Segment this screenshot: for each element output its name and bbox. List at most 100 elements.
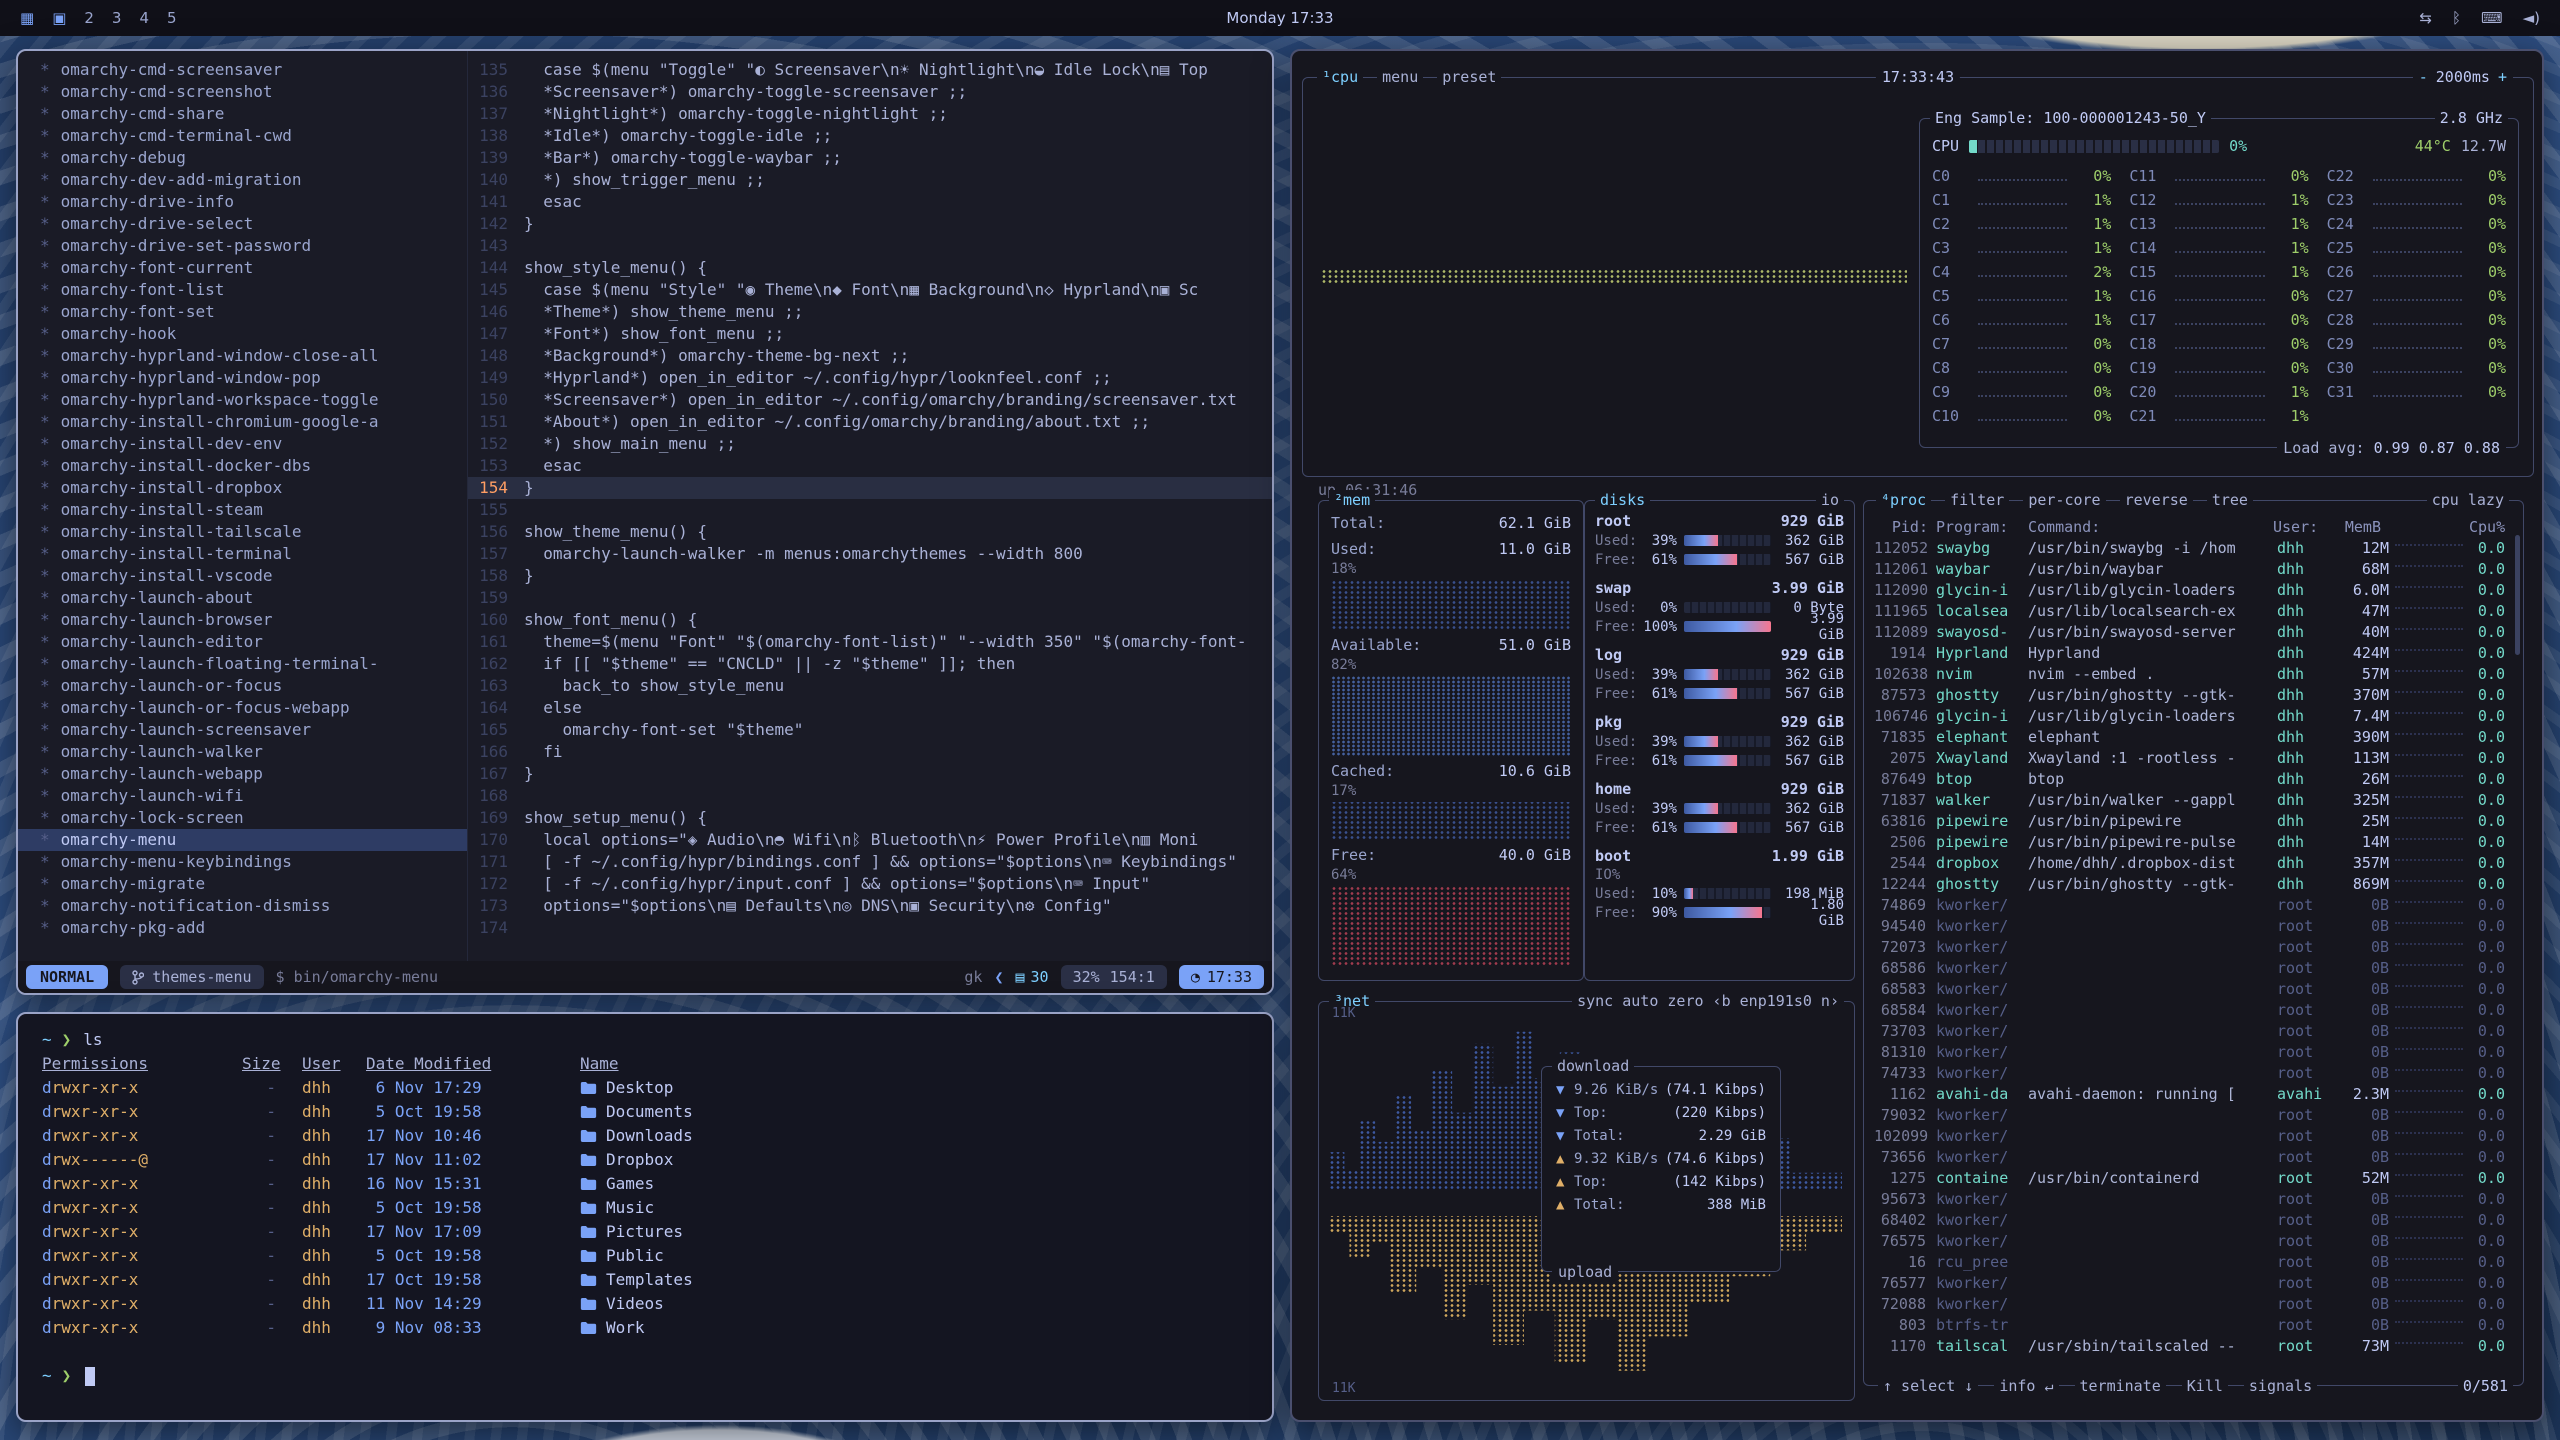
file-list-item[interactable]: * omarchy-hook [18,323,467,345]
file-list-item[interactable]: * omarchy-font-list [18,279,467,301]
tab-per-core[interactable]: per-core [2023,490,2105,510]
file-list-item[interactable]: * omarchy-install-docker-dbs [18,455,467,477]
process-row[interactable]: 76575 kworker/ root 0B 0.0 [1874,1231,2513,1252]
process-row[interactable]: 1170 tailscal /usr/sbin/tailscaled -- ro… [1874,1336,2513,1357]
code-line[interactable]: 172 [ -f ~/.config/hypr/input.conf ] && … [468,873,1272,895]
file-list-item[interactable]: * omarchy-install-vscode [18,565,467,587]
bluetooth-icon[interactable]: ᛒ [2452,9,2461,27]
workspace-4[interactable]: 4 [139,9,149,27]
proc-sort-mode[interactable]: cpu lazy [2427,490,2509,510]
code-line[interactable]: 146 *Theme*) show_theme_menu ;; [468,301,1272,323]
code-line[interactable]: 137 *Nightlight*) omarchy-toggle-nightli… [468,103,1272,125]
tab-proc[interactable]: ⁴proc [1876,490,1931,510]
file-list-item[interactable]: * omarchy-drive-set-password [18,235,467,257]
process-row[interactable]: 79032 kworker/ root 0B 0.0 [1874,1105,2513,1126]
file-list-item[interactable]: * omarchy-launch-screensaver [18,719,467,741]
process-row[interactable]: 112061 waybar /usr/bin/waybar dhh 68M 0.… [1874,559,2513,580]
code-pane[interactable]: 135 case $(menu "Toggle" "◐ Screensaver\… [468,51,1272,961]
process-row[interactable]: 111965 localsea /usr/lib/localsearch-ex … [1874,601,2513,622]
process-row[interactable]: 106746 glycin-i /usr/lib/glycin-loaders … [1874,706,2513,727]
code-line[interactable]: 136 *Screensaver*) omarchy-toggle-screen… [468,81,1272,103]
process-row[interactable]: 102099 kworker/ root 0B 0.0 [1874,1126,2513,1147]
code-line[interactable]: 145 case $(menu "Style" "◉ Theme\n◆ Font… [468,279,1272,301]
process-row[interactable]: 81310 kworker/ root 0B 0.0 [1874,1042,2513,1063]
file-list-item[interactable]: * omarchy-migrate [18,873,467,895]
select-button[interactable]: ↑ select ↓ [1878,1376,1978,1396]
code-line[interactable]: 144 show_style_menu() { [468,257,1272,279]
file-list-item[interactable]: * omarchy-cmd-share [18,103,467,125]
omarchy-logo-icon[interactable]: ▦ [20,9,34,27]
code-line[interactable]: 135 case $(menu "Toggle" "◐ Screensaver\… [468,59,1272,81]
proc-scrollbar[interactable] [2515,535,2520,655]
process-row[interactable]: 68402 kworker/ root 0B 0.0 [1874,1210,2513,1231]
process-row[interactable]: 1162 avahi-da avahi-daemon: running [ av… [1874,1084,2513,1105]
file-list-item[interactable]: * omarchy-menu-keybindings [18,851,467,873]
file-list-item[interactable]: * omarchy-install-dropbox [18,477,467,499]
code-line[interactable]: 165 omarchy-font-set "$theme" [468,719,1272,741]
code-line[interactable]: 161 theme=$(menu "Font" "$(omarchy-font-… [468,631,1272,653]
code-line[interactable]: 173 options="$options\n▤ Defaults\n◎ DNS… [468,895,1272,917]
file-list-item[interactable]: * omarchy-launch-editor [18,631,467,653]
code-line[interactable]: 174 [468,917,1272,939]
file-list-item[interactable]: * omarchy-cmd-terminal-cwd [18,125,467,147]
file-list-item[interactable]: * omarchy-cmd-screenshot [18,81,467,103]
process-row[interactable]: 112052 swaybg /usr/bin/swaybg -i /hom dh… [1874,538,2513,559]
process-row[interactable]: 12244 ghostty /usr/bin/ghostty --gtk- dh… [1874,874,2513,895]
process-row[interactable]: 94540 kworker/ root 0B 0.0 [1874,916,2513,937]
code-line[interactable]: 140 *) show_trigger_menu ;; [468,169,1272,191]
tab-filter[interactable]: filter [1945,490,2009,510]
file-list-item[interactable]: * omarchy-launch-or-focus-webapp [18,697,467,719]
code-line[interactable]: 168 [468,785,1272,807]
tab-cpu[interactable]: ¹cpu [1317,67,1363,87]
header-cpu[interactable]: Cpu% [2469,517,2513,538]
file-list-item[interactable]: * omarchy-hyprland-window-close-all [18,345,467,367]
code-line[interactable]: 154 } [468,477,1272,499]
interval-minus-button[interactable]: - [2419,67,2428,87]
mem-box-title[interactable]: ²mem [1329,490,1375,510]
process-row[interactable]: 72073 kworker/ root 0B 0.0 [1874,937,2513,958]
file-list-item[interactable]: * omarchy-launch-floating-terminal- [18,653,467,675]
file-list-item[interactable]: * omarchy-font-current [18,257,467,279]
kill-button[interactable]: Kill [2182,1376,2228,1396]
net-box-tabs[interactable]: sync auto zero ‹b enp191s0 n› [1572,991,1844,1011]
file-list-item[interactable]: * omarchy-hyprland-workspace-toggle [18,389,467,411]
code-line[interactable]: 149 *Hyprland*) open_in_editor ~/.config… [468,367,1272,389]
file-list-item[interactable]: * omarchy-debug [18,147,467,169]
process-row[interactable]: 87573 ghostty /usr/bin/ghostty --gtk- dh… [1874,685,2513,706]
code-line[interactable]: 166 fi [468,741,1272,763]
tab-menu[interactable]: menu [1377,67,1423,87]
workspace-5[interactable]: 5 [167,9,177,27]
code-line[interactable]: 170 local options="◈ Audio\n◓ Wifi\nᛒ Bl… [468,829,1272,851]
code-line[interactable]: 167 } [468,763,1272,785]
file-list-item[interactable]: * omarchy-hyprland-window-pop [18,367,467,389]
code-line[interactable]: 142 } [468,213,1272,235]
process-row[interactable]: 71835 elephant elephant dhh 390M 0.0 [1874,727,2513,748]
process-row[interactable]: 2506 pipewire /usr/bin/pipewire-pulse dh… [1874,832,2513,853]
signals-button[interactable]: signals [2244,1376,2317,1396]
file-list-item[interactable]: * omarchy-install-steam [18,499,467,521]
process-row[interactable]: 74869 kworker/ root 0B 0.0 [1874,895,2513,916]
tab-reverse[interactable]: reverse [2120,490,2193,510]
file-list-item[interactable]: * omarchy-launch-walker [18,741,467,763]
process-row[interactable]: 72088 kworker/ root 0B 0.0 [1874,1294,2513,1315]
header-mem[interactable]: MemB [2329,517,2389,538]
volume-icon[interactable]: ◄) [2523,9,2540,27]
process-row[interactable]: 87649 btop btop dhh 26M 0.0 [1874,769,2513,790]
process-row[interactable]: 16 rcu_pree root 0B 0.0 [1874,1252,2513,1273]
screencast-icon[interactable]: ⇆ [2419,9,2432,27]
file-list-item[interactable]: * omarchy-pkg-add [18,917,467,939]
workspace-2[interactable]: 2 [84,9,94,27]
interval-plus-button[interactable]: + [2498,67,2507,87]
process-row[interactable]: 2544 dropbox /home/dhh/.dropbox-dist dhh… [1874,853,2513,874]
process-row[interactable]: 2075 Xwayland Xwayland :1 -rootless - dh… [1874,748,2513,769]
process-row[interactable]: 74733 kworker/ root 0B 0.0 [1874,1063,2513,1084]
workspace-3[interactable]: 3 [112,9,122,27]
code-line[interactable]: 153 esac [468,455,1272,477]
file-list-item[interactable]: * omarchy-dev-add-migration [18,169,467,191]
code-line[interactable]: 155 [468,499,1272,521]
file-list-item[interactable]: * omarchy-install-terminal [18,543,467,565]
file-list-item[interactable]: * omarchy-launch-wifi [18,785,467,807]
code-line[interactable]: 150 *Screensaver*) open_in_editor ~/.con… [468,389,1272,411]
process-row[interactable]: 803 btrfs-tr root 0B 0.0 [1874,1315,2513,1336]
header-program[interactable]: Program: [1936,517,2028,538]
